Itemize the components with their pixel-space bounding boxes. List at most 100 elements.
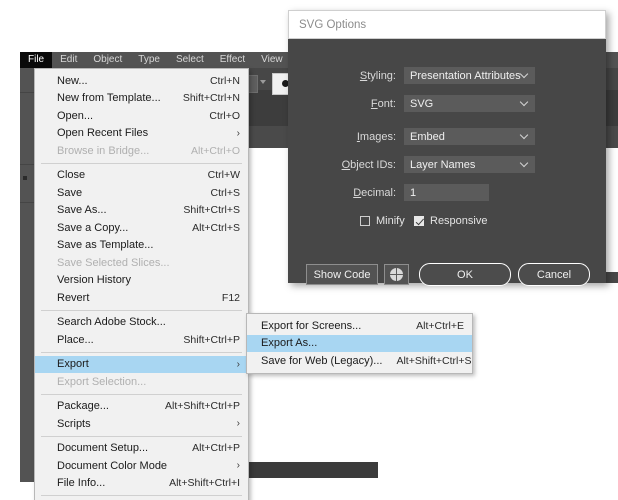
field-label-images: Images:: [356, 130, 396, 143]
menu-item-label: New from Template...: [57, 92, 161, 105]
chevron-right-icon: ›: [236, 358, 240, 370]
chevron-right-icon: ›: [236, 127, 240, 139]
menu-item-revert[interactable]: Revert F12: [35, 289, 248, 307]
font-value: SVG: [410, 97, 434, 110]
menu-item-shortcut: Alt+Shift+Ctrl+S: [396, 354, 472, 367]
menu-item-open[interactable]: Open... Ctrl+O: [35, 107, 248, 125]
menu-item-label: Export: [57, 358, 89, 371]
file-dropdown-menu[interactable]: New... Ctrl+N New from Template... Shift+Ct…: [34, 68, 249, 500]
field-object-ids[interactable]: Object IDs: Layer Names: [318, 156, 535, 173]
menu-item-label: Document Color Mode: [57, 459, 168, 472]
menu-item-label: Export As...: [261, 337, 318, 350]
show-code-button[interactable]: Show Code: [306, 264, 378, 285]
styling-select[interactable]: Presentation Attributes: [404, 67, 535, 84]
tools-panel[interactable]: [20, 52, 35, 482]
menubar-item-effect[interactable]: Effect: [212, 52, 253, 68]
menu-item-version-history[interactable]: Version History: [35, 272, 248, 290]
menu-item-shortcut: Ctrl+W: [207, 169, 240, 182]
illustrator-window: FileEditObjectTypeSelectEffectViewWindow…: [0, 0, 618, 500]
dialog-button-row: Show Code OK Cancel: [288, 263, 606, 292]
menu-item-save-as-template[interactable]: Save as Template...: [35, 237, 248, 255]
menu-item-package[interactable]: Package... Alt+Shift+Ctrl+P: [35, 398, 248, 416]
object-ids-select[interactable]: Layer Names: [404, 156, 535, 173]
checkbox-minify-box[interactable]: [360, 216, 370, 226]
dialog-title: SVG Options: [288, 10, 606, 39]
menubar-item-view[interactable]: View: [253, 52, 291, 68]
export-submenu[interactable]: Export for Screens... Alt+Ctrl+E Export As…: [246, 313, 473, 374]
cancel-button[interactable]: Cancel: [518, 263, 590, 286]
menu-item-label: Scripts: [57, 417, 91, 430]
menu-item-document-color-mode[interactable]: Document Color Mode ›: [35, 457, 248, 475]
styling-value: Presentation Attributes: [410, 69, 521, 82]
font-select[interactable]: SVG: [404, 95, 535, 112]
menu-item-label: Save: [57, 186, 83, 199]
menu-item-label: Save a Copy...: [57, 221, 129, 234]
menu-item-scripts[interactable]: Scripts ›: [35, 415, 248, 433]
chevron-down-icon[interactable]: [260, 80, 266, 84]
ok-button[interactable]: OK: [419, 263, 511, 286]
checkbox-minify[interactable]: Minify: [360, 215, 405, 227]
menu-item-new[interactable]: New... Ctrl+N: [35, 72, 248, 90]
menu-item-label: Version History: [57, 274, 131, 287]
menu-item-export-for-screens[interactable]: Export for Screens... Alt+Ctrl+E: [247, 317, 472, 335]
menu-item-search-adobe-stock[interactable]: Search Adobe Stock...: [35, 314, 248, 332]
menu-item-open-recent-files[interactable]: Open Recent Files ›: [35, 125, 248, 143]
menu-item-shortcut: Ctrl+N: [209, 74, 240, 87]
images-select[interactable]: Embed: [404, 128, 535, 145]
menu-item-close[interactable]: Close Ctrl+W: [35, 167, 248, 185]
menu-separator: [41, 309, 242, 311]
globe-icon: [390, 268, 403, 281]
menu-item-label: Export Selection...: [57, 375, 147, 388]
menu-item-save[interactable]: Save Ctrl+S: [35, 184, 248, 202]
svg-options-dialog[interactable]: SVG Options Styling: Presentation Attrib…: [288, 10, 606, 286]
menubar-item-object[interactable]: Object: [85, 52, 130, 68]
chevron-down-icon: [521, 71, 528, 78]
checkbox-responsive-box[interactable]: [414, 216, 424, 226]
menu-item-file-info[interactable]: File Info... Alt+Shift+Ctrl+I: [35, 475, 248, 493]
checkbox-responsive-label: Responsive: [430, 215, 488, 227]
preview-in-browser-button[interactable]: [384, 264, 409, 285]
menu-item-export[interactable]: Export ›: [35, 355, 248, 373]
menu-item-export-selection: Export Selection...: [35, 373, 248, 391]
menu-separator: [41, 162, 242, 164]
menu-item-save-as[interactable]: Save As... Shift+Ctrl+S: [35, 202, 248, 220]
menu-item-shortcut: F12: [221, 291, 240, 304]
menu-item-shortcut: Alt+Shift+Ctrl+P: [165, 400, 240, 413]
menubar-item-type[interactable]: Type: [130, 52, 168, 68]
menu-item-save-a-copy[interactable]: Save a Copy... Alt+Ctrl+S: [35, 219, 248, 237]
menu-item-label: Place...: [57, 333, 94, 346]
menu-item-place[interactable]: Place... Shift+Ctrl+P: [35, 331, 248, 349]
menu-item-export-as[interactable]: Export As...: [247, 334, 472, 352]
menu-item-save-for-web-legacy[interactable]: Save for Web (Legacy)... Alt+Shift+Ctrl+S: [247, 352, 472, 370]
menu-item-shortcut: Shift+Ctrl+P: [183, 333, 240, 346]
tools-panel-grip[interactable]: [23, 176, 27, 180]
field-styling[interactable]: Styling: Presentation Attributes: [318, 67, 535, 84]
menu-item-shortcut: Shift+Ctrl+N: [182, 92, 240, 105]
images-value: Embed: [410, 130, 445, 143]
chevron-right-icon: ›: [236, 418, 240, 430]
field-images[interactable]: Images: Embed: [318, 128, 535, 145]
menu-item-label: Save as Template...: [57, 239, 154, 252]
decimal-input[interactable]: 1: [404, 184, 489, 201]
menubar-item-edit[interactable]: Edit: [52, 52, 85, 68]
menu-item-label: Revert: [57, 291, 90, 304]
menu-item-document-setup[interactable]: Document Setup... Alt+Ctrl+P: [35, 440, 248, 458]
menu-item-shortcut: Alt+Ctrl+E: [416, 319, 464, 332]
menu-item-shortcut: Ctrl+O: [209, 109, 240, 122]
menu-item-new-from-template[interactable]: New from Template... Shift+Ctrl+N: [35, 90, 248, 108]
field-decimal[interactable]: Decimal: 1: [318, 184, 489, 201]
field-font[interactable]: Font: SVG: [318, 95, 535, 112]
field-label-styling: Styling:: [359, 69, 396, 82]
menu-item-label: Close: [57, 169, 86, 182]
menu-item-browse-in-bridge: Browse in Bridge... Alt+Ctrl+O: [35, 142, 248, 160]
tools-divider: [20, 164, 34, 165]
chevron-right-icon: ›: [236, 460, 240, 472]
menu-item-label: Open Recent Files: [57, 127, 149, 140]
menu-item-shortcut: Alt+Ctrl+O: [190, 144, 240, 157]
menu-item-label: Save for Web (Legacy)...: [261, 354, 383, 367]
checkbox-responsive[interactable]: Responsive: [414, 215, 487, 227]
menubar-item-file[interactable]: File: [20, 52, 53, 68]
menu-item-shortcut: Alt+Ctrl+P: [192, 442, 240, 455]
menubar-item-select[interactable]: Select: [168, 52, 212, 68]
tools-divider: [20, 202, 34, 203]
